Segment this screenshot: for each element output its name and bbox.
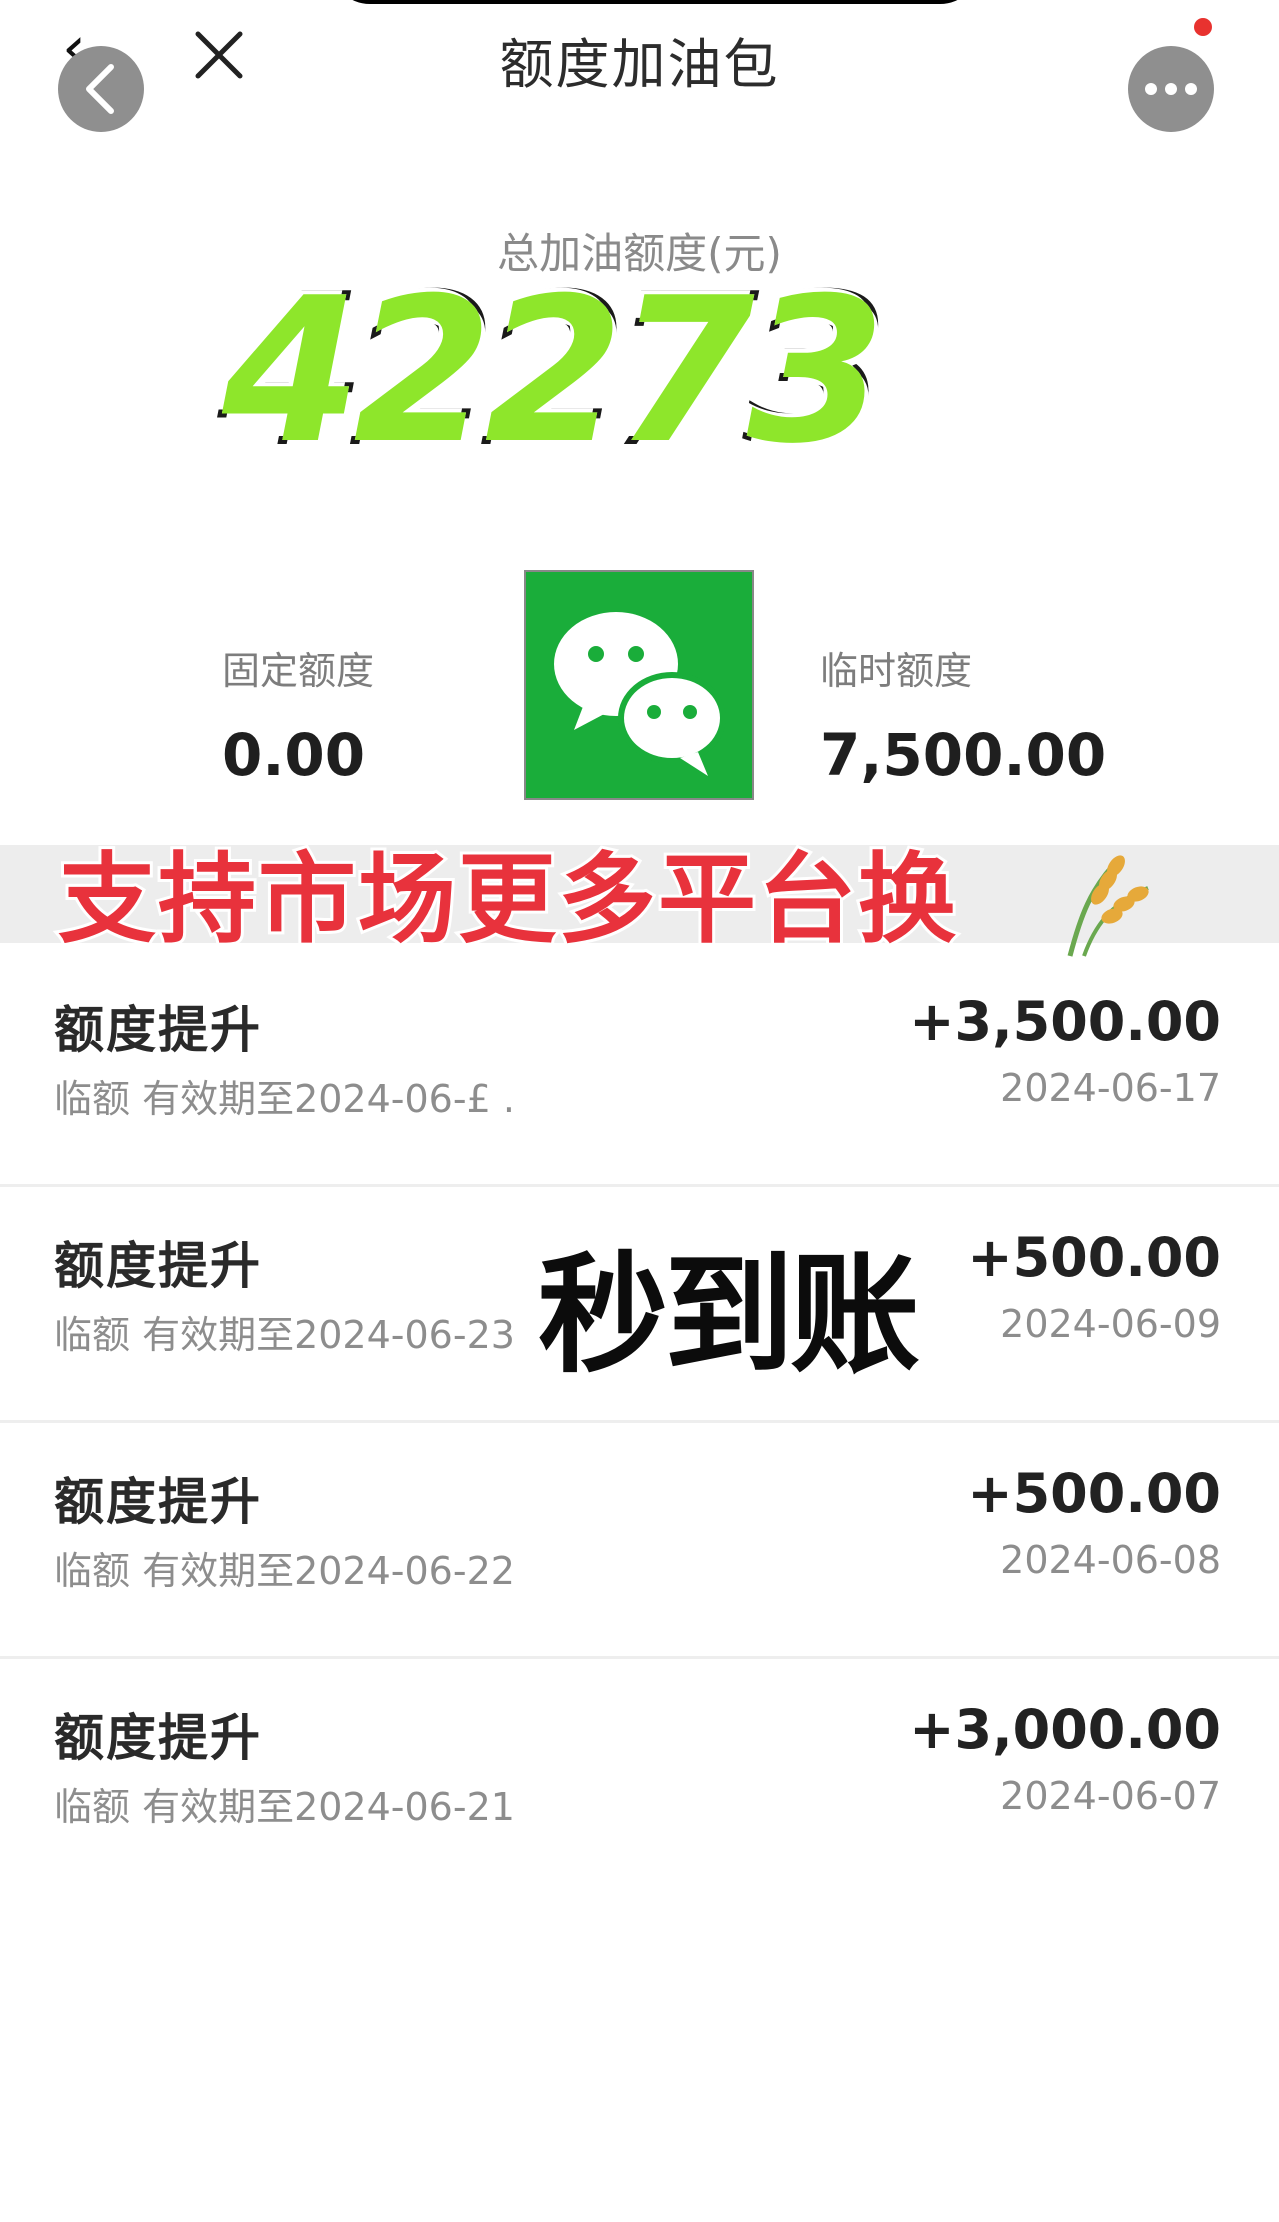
total-amount-value: 42273 <box>218 255 890 488</box>
fixed-quota: 固定额度 0.00 <box>222 640 374 789</box>
instant-arrival-overlay: 秒到账 <box>538 1238 920 1391</box>
temp-quota-value: 7,500.00 <box>820 721 1107 789</box>
wheat-icon <box>1050 848 1160 958</box>
list-item[interactable]: 额度提升 临额 有效期至2024-06-22 +500.00 2024-06-0… <box>0 1422 1279 1659</box>
record-amount: +3,000.00 <box>909 1698 1221 1761</box>
record-date: 2024-06-07 <box>1000 1774 1221 1818</box>
record-subtitle: 临额 有效期至2024-06-22 <box>54 1549 515 1593</box>
record-subtitle: 临额 有效期至2024-06-£ . <box>54 1077 515 1121</box>
more-button[interactable] <box>1128 46 1214 132</box>
record-subtitle: 临额 有效期至2024-06-21 <box>54 1785 515 1829</box>
record-amount: +500.00 <box>967 1226 1221 1289</box>
record-date: 2024-06-17 <box>1000 1066 1221 1110</box>
record-date: 2024-06-08 <box>1000 1538 1221 1582</box>
record-amount: +3,500.00 <box>909 990 1221 1053</box>
record-subtitle: 临额 有效期至2024-06-23 <box>54 1313 515 1357</box>
record-title: 额度提升 <box>54 1001 262 1059</box>
record-title: 额度提升 <box>54 1709 262 1767</box>
promo-banner-text: 支持市场更多平台换 <box>55 842 959 958</box>
record-date: 2024-06-09 <box>1000 1302 1221 1346</box>
temp-quota-label: 临时额度 <box>820 649 973 693</box>
fixed-quota-value: 0.00 <box>222 721 366 789</box>
temp-quota: 临时额度 7,500.00 <box>820 640 1106 789</box>
record-title: 额度提升 <box>54 1237 262 1295</box>
list-item[interactable]: 额度提升 临额 有效期至2024-06-£ . +3,500.00 2024-0… <box>0 950 1279 1187</box>
page-title: 额度加油包 <box>499 33 780 96</box>
top-bar: ‹ 额度加油包 <box>0 0 1279 132</box>
more-icon <box>1145 83 1197 95</box>
record-title: 额度提升 <box>54 1473 262 1531</box>
notification-dot <box>1194 18 1212 36</box>
record-amount: +500.00 <box>967 1462 1221 1525</box>
list-item[interactable]: 额度提升 临额 有效期至2024-06-21 +3,000.00 2024-06… <box>0 1658 1279 1892</box>
wechat-icon <box>524 570 754 800</box>
fixed-quota-label: 固定额度 <box>222 649 375 693</box>
